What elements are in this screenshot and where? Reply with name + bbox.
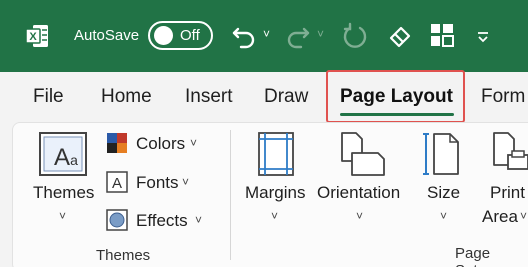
colors-icon: [107, 133, 127, 153]
margins-dropdown-icon[interactable]: ˅: [271, 209, 278, 223]
orientation-button[interactable]: Orientation: [317, 183, 400, 203]
effects-icon: [106, 209, 128, 231]
effects-button[interactable]: Effects: [136, 211, 188, 231]
svg-text:A: A: [54, 144, 70, 171]
tab-formulas[interactable]: Form: [481, 86, 525, 108]
colors-dropdown-icon[interactable]: ˅: [190, 136, 197, 150]
tab-file[interactable]: File: [33, 86, 64, 108]
group-divider: [230, 130, 231, 260]
svg-text:A: A: [112, 175, 122, 192]
print-area-dropdown-icon[interactable]: ˅: [520, 209, 527, 223]
autosave-toggle[interactable]: Off: [148, 21, 213, 50]
excel-icon[interactable]: X: [24, 23, 50, 49]
undo-dropdown-icon[interactable]: ˅: [263, 27, 270, 41]
orientation-icon[interactable]: [338, 131, 386, 177]
redo-icon: [287, 27, 310, 49]
redo-dropdown-icon: ˅: [317, 27, 325, 41]
grid-icon[interactable]: [430, 23, 454, 47]
tab-home[interactable]: Home: [101, 86, 152, 108]
undo-icon[interactable]: [230, 22, 258, 50]
size-button[interactable]: Size: [427, 183, 460, 203]
themes-button[interactable]: Themes: [33, 183, 94, 203]
highlight-annotation: [326, 70, 465, 123]
title-bar: X AutoSave Off ˅ ˅: [0, 0, 528, 72]
size-dropdown-icon[interactable]: ˅: [440, 209, 447, 223]
page-setup-group-label: Page Setup: [455, 245, 494, 267]
fonts-button[interactable]: Fonts: [136, 173, 179, 193]
eraser-icon[interactable]: [386, 22, 414, 50]
refresh-icon: [343, 22, 367, 48]
size-icon[interactable]: [422, 131, 462, 177]
fonts-dropdown-icon[interactable]: ˅: [182, 175, 189, 189]
margins-button[interactable]: Margins: [245, 183, 305, 203]
autosave-label: AutoSave: [74, 27, 140, 44]
themes-dropdown-icon[interactable]: ˅: [59, 209, 66, 223]
effects-dropdown-icon[interactable]: ˅: [195, 213, 202, 227]
svg-text:a: a: [70, 152, 78, 168]
toggle-state: Off: [180, 27, 200, 44]
toggle-knob: [154, 26, 173, 45]
quick-access-dropdown-icon[interactable]: [476, 30, 490, 44]
print-area-label-line2[interactable]: Area: [482, 207, 518, 227]
orientation-dropdown-icon[interactable]: ˅: [356, 209, 363, 223]
svg-text:X: X: [29, 31, 37, 43]
colors-button[interactable]: Colors: [136, 134, 185, 154]
fonts-icon: A: [106, 171, 128, 193]
tab-draw[interactable]: Draw: [264, 86, 308, 108]
print-area-label-line1[interactable]: Print: [490, 183, 525, 203]
print-area-icon[interactable]: [490, 131, 528, 177]
themes-group-label: Themes: [96, 247, 151, 264]
margins-icon[interactable]: [256, 131, 296, 177]
tab-insert[interactable]: Insert: [185, 86, 233, 108]
themes-icon[interactable]: A a: [38, 131, 90, 177]
